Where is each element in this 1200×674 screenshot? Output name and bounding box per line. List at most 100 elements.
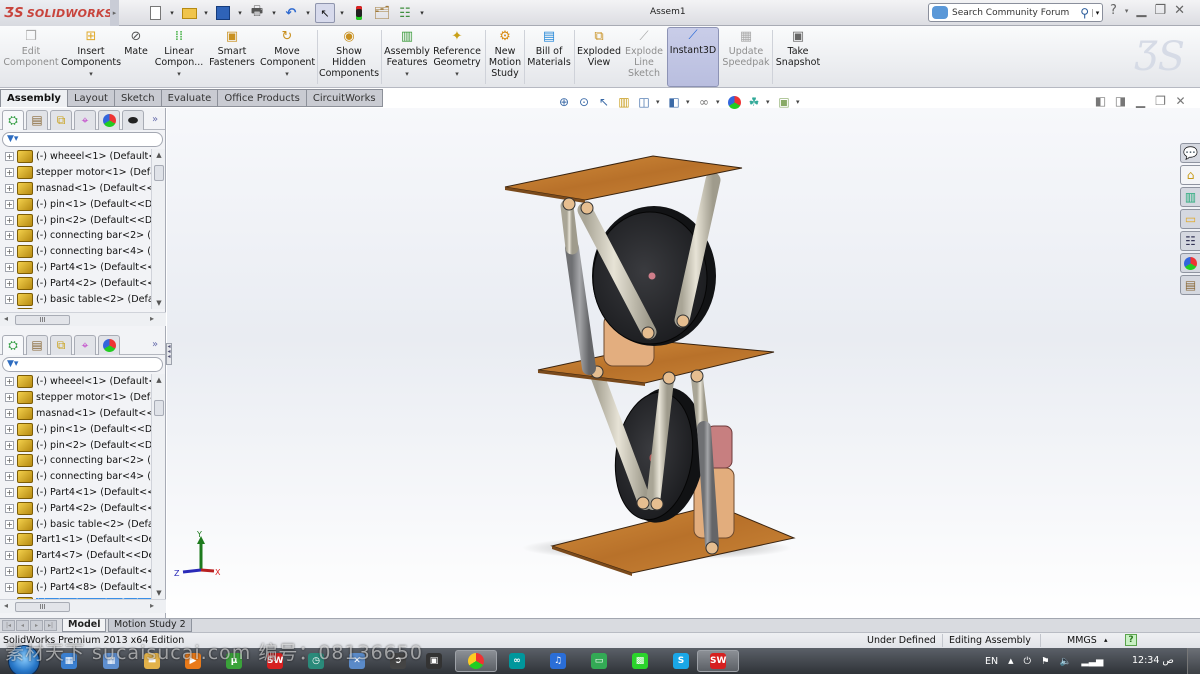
filter-box[interactable]: ▼▾ (2, 132, 163, 147)
expand-icon[interactable]: + (5, 231, 14, 241)
options-dropdown[interactable]: ▾ (418, 9, 426, 17)
hide-show-items-icon[interactable]: ∞ (696, 94, 712, 110)
language-indicator[interactable]: EN (985, 656, 998, 667)
first-tab-icon[interactable]: |◂ (2, 620, 15, 631)
insert-components-button[interactable]: ⊞ Insert Components ▾ (60, 29, 122, 87)
expand-icon[interactable]: + (5, 393, 14, 403)
taskbar-itunes[interactable]: ♫ (537, 650, 579, 672)
hide-show-dropdown[interactable]: ▾ (716, 98, 722, 106)
taskbar-windows-explorer[interactable]: ▬ (131, 650, 173, 672)
mate-button[interactable]: ⊘ Mate (121, 29, 151, 87)
tree-item[interactable]: + (-) pin<1> (Default<<De (0, 421, 151, 437)
menu-expand-arrow[interactable]: ▸ (110, 0, 119, 26)
split-right-icon[interactable]: ◨ (1114, 95, 1127, 108)
solidworks-menu-logo[interactable]: ƷS SOLIDWORKS (0, 0, 113, 26)
file-properties-button[interactable]: 🗂 (372, 3, 392, 23)
design-library-tab[interactable]: ▥ (1180, 187, 1200, 207)
clock[interactable]: 12:34 ص (1132, 655, 1174, 666)
dimxpert-manager-tab[interactable]: ⌖ (74, 335, 96, 355)
taskbar-solidworks[interactable]: SW (254, 650, 296, 672)
tree-item[interactable]: + (-) wheeel<1> (Default<< (0, 374, 151, 390)
vertical-scrollbar[interactable]: ▲ ▼ (151, 374, 165, 599)
tree-item[interactable]: + (-) connecting bar<2> (D (0, 453, 151, 469)
scroll-up-arrow[interactable]: ▲ (152, 151, 166, 159)
apply-scene-dropdown[interactable]: ▾ (766, 98, 772, 106)
tree-item[interactable]: + (-) pin<1> (Default<<De (0, 196, 151, 212)
taskbar-calculator[interactable]: ▦ (90, 650, 132, 672)
new-motion-study-button[interactable]: ⚙ New Motion Study (486, 29, 524, 87)
display-manager-tab[interactable] (98, 110, 120, 130)
print-dropdown[interactable]: ▾ (270, 9, 278, 17)
unit-system[interactable]: MMGS (1067, 633, 1097, 648)
edit-component-button[interactable]: ❒ Edit Component (2, 29, 60, 87)
display-style-icon[interactable]: ◧ (666, 94, 682, 110)
options-button[interactable]: ☷ (395, 3, 415, 23)
open-button[interactable] (179, 3, 199, 23)
expand-icon[interactable]: + (5, 503, 14, 513)
appearances-tab[interactable] (1180, 253, 1200, 273)
expand-icon[interactable]: + (5, 472, 14, 482)
apply-scene-icon[interactable]: ☘ (746, 94, 762, 110)
help-icon[interactable]: ? (1110, 3, 1117, 18)
taskbar-remote-desktop[interactable]: ▭ (578, 650, 620, 672)
action-center-flag-icon[interactable]: ⚑ (1041, 656, 1050, 667)
custom-properties-tab[interactable]: ▤ (1180, 275, 1200, 295)
reference-geometry-button[interactable]: ✦ Reference Geometry ▾ (432, 29, 482, 87)
more-tabs-chevron-icon[interactable]: » (147, 335, 163, 354)
taskbar-camtasia[interactable]: ◷ (295, 650, 337, 672)
tree-item[interactable]: + (-) Part4<2> (Default<<D (0, 275, 151, 291)
view-orientation-dropdown[interactable]: ▾ (656, 98, 662, 106)
dimxpert-manager-tab[interactable]: ⌖ (74, 110, 96, 130)
tree-item[interactable]: + (-) connecting bar<4> (D (0, 244, 151, 260)
expand-icon[interactable]: + (5, 199, 14, 209)
view-settings-icon[interactable]: ▣ (776, 94, 792, 110)
tree-item[interactable]: + Part4<7> (Default<<Def (0, 548, 151, 564)
tree-item[interactable]: + (-) pin<2> (Default<<De (0, 212, 151, 228)
expand-icon[interactable]: + (5, 168, 14, 178)
print-button[interactable]: 🖶 (247, 3, 267, 23)
assembly-features-button[interactable]: ▥ Assembly Features ▾ (383, 29, 431, 87)
expand-icon[interactable]: + (5, 566, 14, 576)
taskbar-skype[interactable]: S (660, 650, 702, 672)
viewport-restore-button[interactable]: ❐ (1154, 95, 1167, 108)
display-manager-tab[interactable] (98, 335, 120, 355)
smart-fasteners-button[interactable]: ▣ Smart Fasteners (206, 29, 258, 87)
unit-system-dropdown[interactable]: ▴ (1104, 633, 1108, 648)
cam-manager-tab[interactable]: ⬬ (122, 110, 144, 130)
dropdown-arrow-icon[interactable]: ▾ (285, 69, 289, 80)
view-orientation-icon[interactable]: ◫ (636, 94, 652, 110)
expand-icon[interactable]: + (5, 278, 14, 288)
dropdown-arrow-icon[interactable]: ▾ (405, 69, 409, 80)
exploded-view-button[interactable]: ⧉ Exploded View (576, 29, 622, 87)
scroll-thumb-horizontal[interactable]: III (15, 315, 70, 325)
zoom-to-area-icon[interactable]: ⊙ (576, 94, 592, 110)
viewport-close-button[interactable]: ✕ (1174, 95, 1187, 108)
scroll-thumb[interactable] (154, 400, 164, 416)
configuration-manager-tab[interactable]: ⧉ (50, 335, 72, 355)
expand-icon[interactable]: + (5, 551, 14, 561)
view-settings-dropdown[interactable]: ▾ (796, 98, 802, 106)
start-button[interactable] (8, 645, 40, 674)
bill-of-materials-button[interactable]: ▤ Bill of Materials (526, 29, 572, 87)
update-speedpak-button[interactable]: ▦ Update Speedpak (721, 29, 771, 87)
expand-icon[interactable]: + (5, 183, 14, 193)
network-signal-icon[interactable]: ▂▃▅ (1081, 656, 1103, 667)
show-hidden-icons[interactable]: ▲ (1008, 657, 1013, 665)
rebuild-button[interactable] (349, 3, 369, 23)
upper-rod-left-light[interactable] (560, 199, 579, 255)
taskbar-generic-app[interactable]: ▣ (413, 650, 455, 672)
taskbar-pcb-tool[interactable]: ▩ (619, 650, 661, 672)
show-desktop-button[interactable] (1187, 648, 1200, 674)
save-button[interactable] (213, 3, 233, 23)
scroll-right-arrow[interactable]: ▸ (150, 601, 154, 610)
expand-icon[interactable]: + (5, 262, 14, 272)
expand-icon[interactable]: + (5, 294, 14, 304)
restore-button[interactable]: ❐ (1154, 3, 1166, 18)
scroll-left-arrow[interactable]: ◂ (4, 601, 8, 610)
more-tabs-chevron-icon[interactable]: » (147, 110, 163, 129)
section-view-icon[interactable]: ▥ (616, 94, 632, 110)
horizontal-scrollbar[interactable]: ◂ III ▸ (0, 312, 166, 326)
panel-splitter-handle[interactable]: ◂ ◂ ◂ (166, 343, 172, 365)
tab-circuitworks[interactable]: CircuitWorks (306, 89, 383, 107)
tab-motion-study-2[interactable]: Motion Study 2 (108, 619, 192, 632)
